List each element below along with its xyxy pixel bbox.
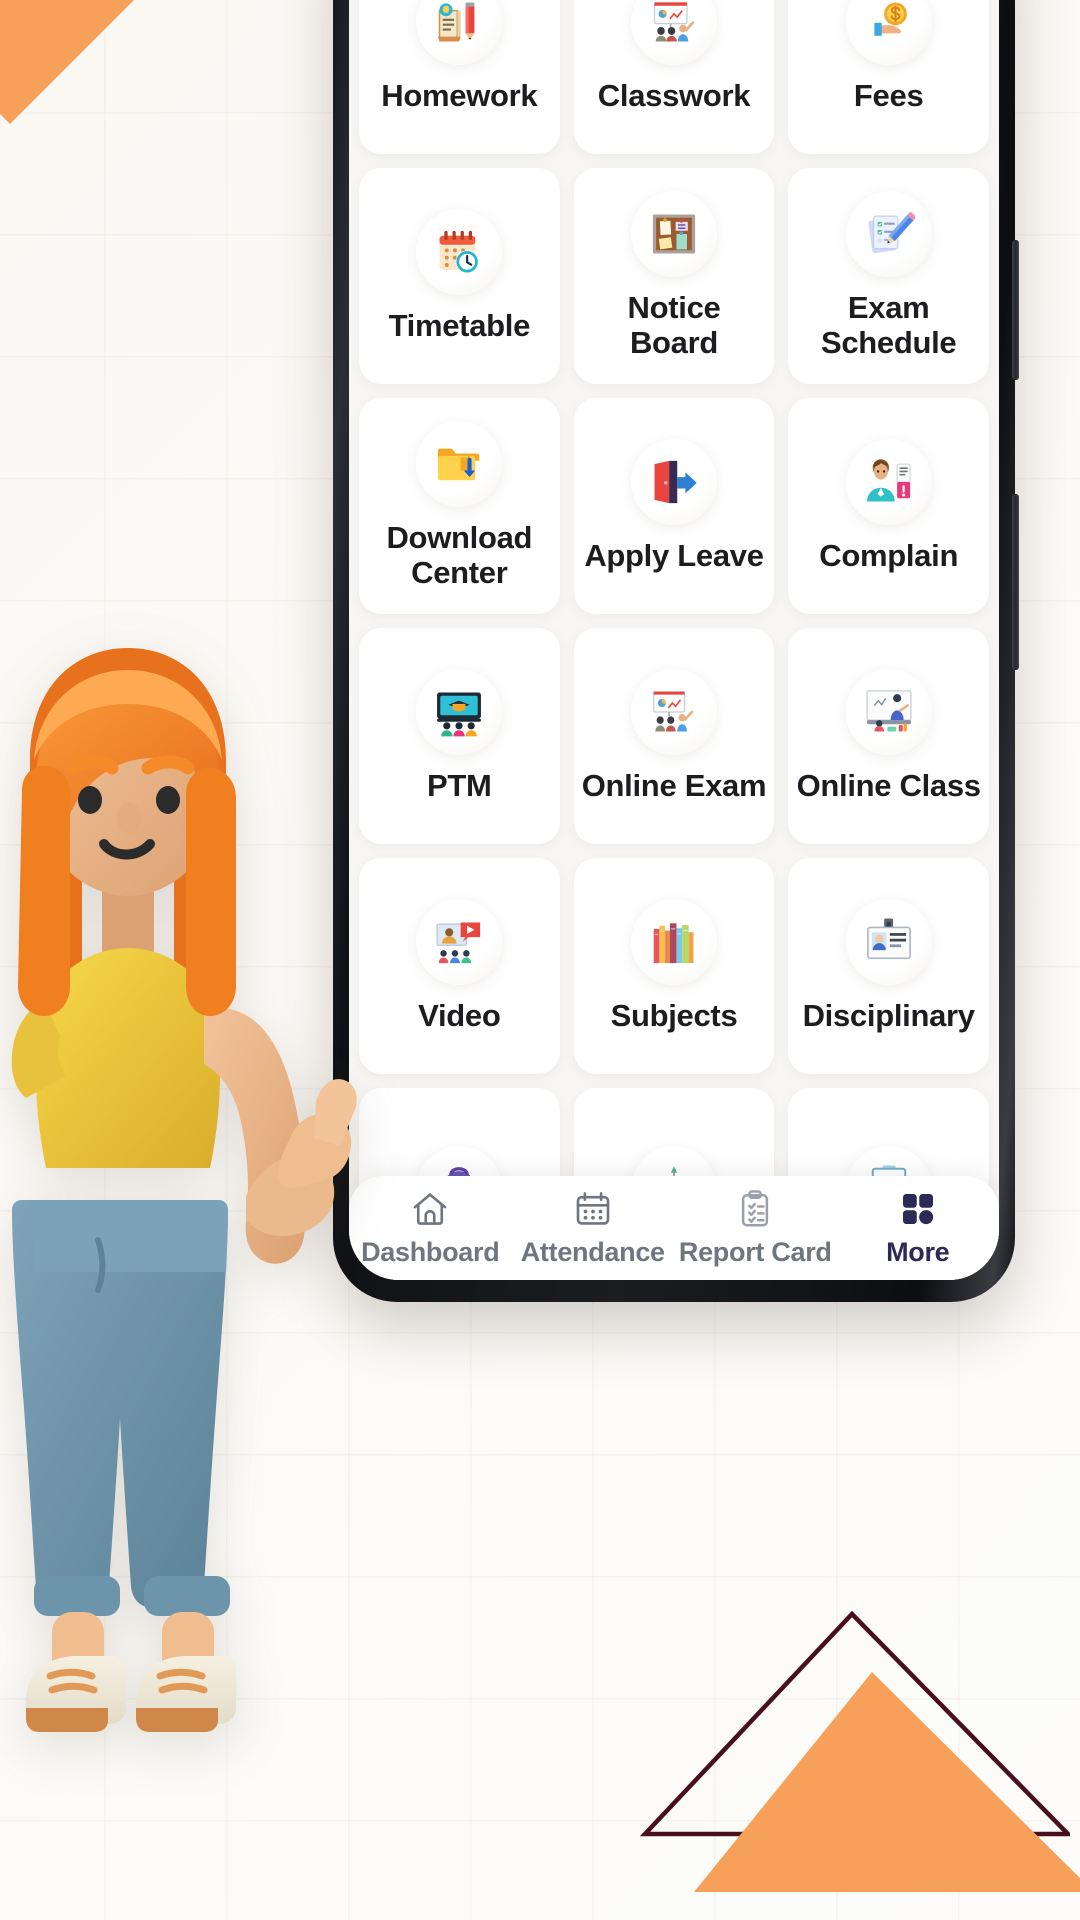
app-tile-label: Notice Board [627,290,721,360]
teacher-whiteboard-icon [845,668,932,755]
nav-item-report-card[interactable]: Report Card [674,1188,837,1268]
app-tile-download-center[interactable]: Download Center [359,398,560,614]
app-tile-apply-leave[interactable]: Apply Leave [573,398,775,614]
app-tile-complain[interactable]: Complain [788,398,989,614]
calendar-clock-icon [416,208,503,295]
nav-item-more[interactable]: More [837,1188,1000,1268]
app-tile-ptm[interactable]: PTM [359,628,560,844]
3d-girl-pointing-character [0,640,378,1920]
app-tile-timetable[interactable]: Timetable [359,168,560,384]
nav-label: More [886,1237,950,1267]
phone-volume-button[interactable] [1012,240,1019,380]
app-tile-label: Online Class [796,767,981,803]
app-tile-online-class[interactable]: Online Class [788,628,989,844]
app-tile-exam-schedule[interactable]: Exam Schedule [788,168,989,384]
door-exit-arrow-icon [630,438,717,525]
hand-coin-icon [845,0,932,65]
app-tile-subjects[interactable]: Subjects [573,858,775,1074]
app-tile-label: Online Exam [581,767,767,803]
grid-squares-icon [898,1188,938,1230]
clipboard-list-icon [735,1188,775,1230]
bulletin-board-icon [630,191,717,278]
bottom-navigation-bar: Dashboard Attendance Report Card More [349,1176,999,1280]
classroom-board-icon [630,0,717,65]
app-tile-notice-board[interactable]: Notice Board [573,168,775,384]
app-shortcut-grid: Homework Classwork Fees Timetable Notice… [349,0,999,1280]
calendar-icon [573,1188,613,1230]
app-tile-label: Apply Leave [584,537,764,573]
nav-label: Report Card [678,1237,832,1267]
presentation-people-icon [416,668,503,755]
app-tile-label: Complain [819,537,959,573]
video-people-icon [416,898,503,985]
app-tile-label: Disciplinary [802,997,975,1033]
books-row-icon [630,898,717,985]
home-icon [410,1188,450,1230]
bottom-right-orange-triangle-icon [694,1672,1080,1892]
app-tile-homework[interactable]: Homework [359,0,560,154]
app-tile-label: Homework [381,77,538,113]
phone-screen: Homework Classwork Fees Timetable Notice… [349,0,999,1280]
app-tile-classwork[interactable]: Classwork [573,0,775,154]
app-tile-video[interactable]: Video [359,858,560,1074]
online-class-chart-icon [630,668,717,755]
id-card-icon [845,898,932,985]
app-tile-disciplinary[interactable]: Disciplinary [788,858,989,1074]
top-left-orange-triangle-icon [0,0,134,124]
app-tile-label: Fees [853,77,924,113]
app-tile-label: Download Center [386,520,533,590]
phone-power-button[interactable] [1012,494,1019,670]
nav-label: Dashboard [361,1237,500,1267]
app-tile-online-exam[interactable]: Online Exam [573,628,775,844]
app-tile-label: PTM [427,767,492,803]
nav-item-attendance[interactable]: Attendance [512,1188,675,1268]
app-tile-label: Exam Schedule [820,290,957,360]
person-report-icon [845,438,932,525]
app-tile-label: Video [418,997,501,1033]
app-tile-label: Classwork [597,77,751,113]
app-tile-label: Timetable [388,307,531,343]
app-tile-fees[interactable]: Fees [788,0,989,154]
app-tile-label: Subjects [610,997,738,1033]
document-pencil-icon [845,191,932,278]
nav-label: Attendance [520,1237,665,1267]
folder-download-icon [416,421,503,508]
notebook-pencil-icon [416,0,503,65]
phone-mockup-frame: Homework Classwork Fees Timetable Notice… [333,0,1019,1302]
